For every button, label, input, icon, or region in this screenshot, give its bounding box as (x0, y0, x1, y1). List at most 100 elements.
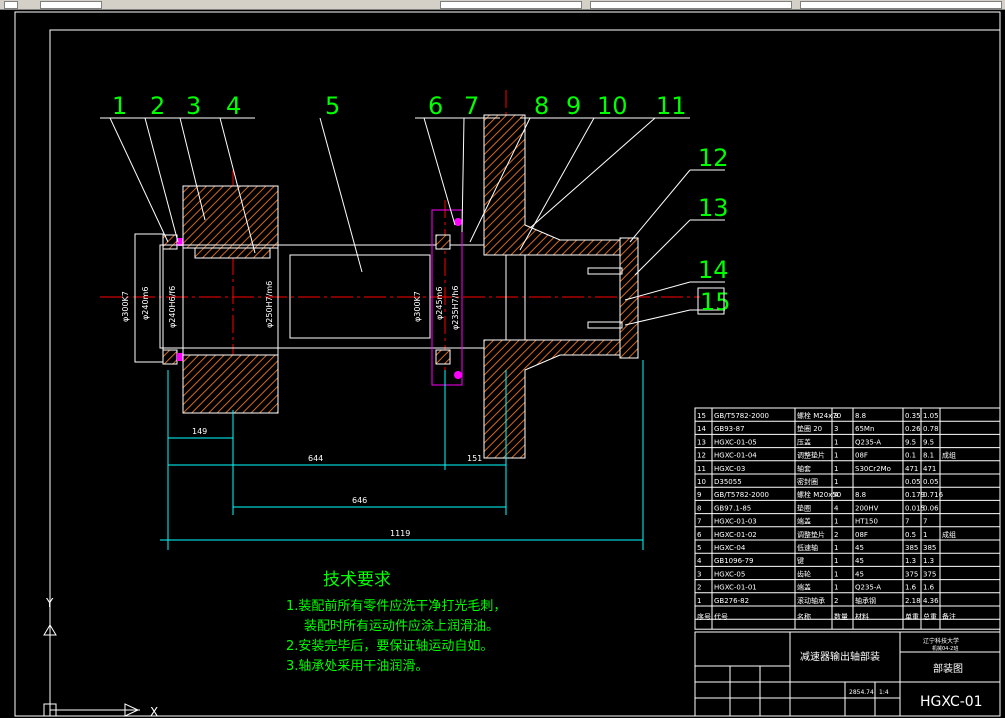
bom-cell: 0.05 (905, 478, 921, 486)
linetype-dropdown[interactable] (800, 1, 1002, 9)
balloon-4: 4 (226, 92, 241, 120)
bom-cell: 8.8 (855, 412, 866, 420)
bom-cell: 0.35 (905, 412, 921, 420)
cad-drawing-canvas[interactable]: 1 2 3 4 5 6 7 8 9 10 11 12 13 14 15 φ300… (0, 10, 1005, 718)
fit-label: φ300K7 (413, 291, 422, 322)
drawing-number: HGXC-01 (920, 694, 983, 710)
technical-notes: 技术要求 1.装配前所有零件应洗干净打光毛刺， 装配时所有运动件应涂上润滑油。 … (286, 570, 506, 674)
fit-label: φ245m6 (435, 287, 444, 320)
bom-cell: HGXC-01-05 (714, 438, 757, 446)
bolt-bottom (454, 371, 462, 379)
bom-cell: 0.06 (923, 504, 939, 512)
bom-header-cell: 序号 (697, 612, 711, 621)
bom-cell: HT150 (855, 518, 878, 526)
bom-cell: 200HV (855, 504, 879, 512)
bom-cell: 2 (697, 584, 701, 592)
bom-cell: GB/T5782-2000 (714, 491, 769, 499)
bom-cell: HGXC-03 (714, 465, 745, 473)
balloon-1: 1 (112, 92, 127, 120)
cover-bolt-top (587, 267, 623, 275)
bom-cell: 调整垫片 (797, 451, 825, 460)
dim-646: 646 (352, 496, 367, 505)
bom-cell: 垫圈 (797, 503, 811, 512)
properties-dropdown[interactable] (590, 1, 792, 9)
ucs-icon (43, 610, 140, 717)
bom-cell: 1.6 (923, 584, 935, 592)
fit-label: φ240H6/f6 (168, 286, 177, 328)
bom-cell: 1.05 (923, 412, 939, 420)
bom-cell: 0.26 (905, 425, 921, 433)
bom-cell: 0.1 (905, 452, 916, 460)
balloon-8: 8 (534, 92, 549, 120)
bom-cell: 0.716 (923, 491, 944, 499)
bom-cell: 1 (834, 557, 838, 565)
bom-cell: Q235-A (855, 438, 881, 446)
bom-cell: 低速轴 (797, 543, 818, 552)
bom-cell: 14 (697, 425, 706, 433)
bom-cell: 45 (855, 570, 864, 578)
bom-cell: HGXC-01-03 (714, 518, 757, 526)
school-class: 机械04-2班 (932, 645, 958, 652)
bom-cell: 08F (855, 531, 868, 539)
bom-cell: 4 (834, 491, 839, 499)
bom-cell: 11 (697, 465, 706, 473)
bom-cell: 密封圈 (797, 477, 818, 486)
toolbar-button[interactable] (4, 1, 18, 9)
dim-149: 149 (192, 427, 207, 436)
bom-cell: HGXC-05 (714, 570, 745, 578)
gear-top-section (182, 185, 279, 249)
bom-cell: 1.6 (905, 584, 917, 592)
bom-cell: S30Cr2Mo (855, 465, 891, 473)
bom-cell: 1 (923, 531, 927, 539)
balloon-10: 10 (597, 92, 628, 120)
bom-cell: 3 (697, 570, 701, 578)
bom-cell: 1 (834, 478, 838, 486)
bom-header-cell: 单重 (905, 612, 919, 621)
bom-cell: 3 (834, 412, 838, 420)
bom-cell: 1.3 (905, 557, 916, 565)
notes-line-3: 2.安装完毕后，要保证轴运动自如。 (286, 638, 493, 654)
bom-cell: 1 (834, 570, 838, 578)
right-bearing-top (435, 234, 451, 250)
ucs-y-label: Y (45, 596, 54, 610)
bom-cell: 轴套 (797, 464, 811, 473)
bom-cell: 调整垫片 (797, 530, 825, 539)
balloon-14: 14 (698, 256, 729, 284)
bom-cell: 6 (697, 531, 702, 539)
bom-cell: 轴承钢 (855, 596, 876, 605)
bom-cell: 端盖 (797, 583, 811, 592)
bom-cell: GB276-82 (714, 597, 749, 605)
bom-cell: 9.5 (905, 438, 916, 446)
dim-644: 644 (308, 454, 323, 463)
bom-cell: 375 (905, 570, 918, 578)
bom-cell: 1 (697, 597, 701, 605)
bom-cell: 1 (834, 544, 838, 552)
bom-header-cell: 总重 (923, 612, 937, 621)
layer-dropdown[interactable] (440, 1, 582, 9)
bom-header-cell: 名称 (797, 612, 811, 621)
bom-cell: 压盖 (797, 437, 811, 446)
balloon-9: 9 (566, 92, 581, 120)
bom-cell: 滚动轴承 (797, 596, 825, 605)
toolbar-dropdown[interactable] (40, 1, 102, 9)
bom-cell: D35055 (714, 478, 742, 486)
left-bearing-top (162, 234, 178, 250)
bom-cell: 45 (855, 544, 864, 552)
bom-cell: 13 (697, 438, 706, 446)
fit-label: φ250H7/m6 (265, 281, 274, 328)
balloon-2: 2 (150, 92, 165, 120)
bom-cell: 4 (697, 557, 702, 565)
bom-cell: 成组 (942, 530, 956, 539)
notes-title: 技术要求 (323, 570, 391, 590)
right-bearing-bottom (435, 349, 451, 365)
dim-1119: 1119 (390, 529, 410, 538)
gear-hub (182, 247, 279, 356)
bom-header-cell: 数量 (834, 612, 848, 621)
bom-cell: 385 (905, 544, 918, 552)
bom-cell: 0.05 (923, 478, 939, 486)
press-cover (619, 237, 639, 359)
notes-line-4: 3.轴承处采用干油润滑。 (286, 659, 428, 674)
bom-cell: 471 (905, 465, 918, 473)
bom-cell: 385 (923, 544, 936, 552)
flange-bottom (483, 339, 621, 459)
